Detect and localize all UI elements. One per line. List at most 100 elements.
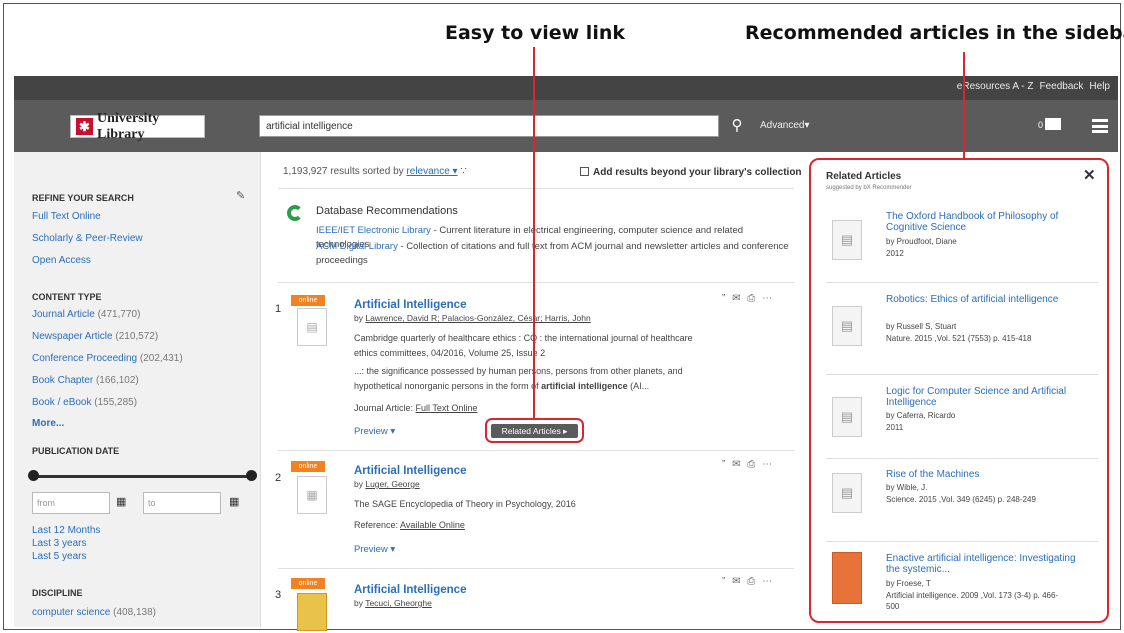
result-title[interactable]: Artificial Intelligence	[354, 465, 466, 477]
date-from-input[interactable]: from	[32, 492, 110, 514]
cover-thumbnail	[297, 593, 327, 631]
highlight-related-button	[485, 418, 584, 443]
calendar-icon[interactable]: ▦	[116, 495, 126, 508]
date-range-slider[interactable]	[32, 475, 252, 478]
folder-count: 0	[1038, 120, 1044, 130]
result-title[interactable]: Artificial Intelligence	[354, 299, 466, 311]
content-type-item[interactable]: Book / eBook (155,285)	[32, 397, 137, 408]
result-tools: ” ✉ ⎙ ⋯	[722, 576, 774, 587]
date-last-3-years[interactable]: Last 3 years	[32, 538, 86, 549]
calendar-icon[interactable]: ▦	[229, 495, 239, 508]
date-last-12-months[interactable]: Last 12 Months	[32, 525, 100, 536]
divider	[826, 282, 1098, 283]
cover-thumbnail	[832, 552, 862, 604]
cite-icon[interactable]: ”	[722, 293, 727, 304]
discipline-item[interactable]: computer science (408,138)	[32, 607, 156, 618]
result-tools: ” ✉ ⎙ ⋯	[722, 459, 774, 470]
acm-link[interactable]: ACM Digital Library	[316, 241, 398, 252]
filter-full-text-online[interactable]: Full Text Online	[32, 211, 101, 222]
annotation-easy-view: Easy to view link	[445, 22, 625, 44]
related-article-author: by Wible, J.	[886, 483, 928, 492]
related-article-title[interactable]: Enactive artificial intelligence: Invest…	[886, 553, 1086, 575]
slider-start-handle[interactable]	[28, 470, 39, 481]
result-source: Cambridge quarterly of healthcare ethics…	[354, 333, 693, 358]
result-title[interactable]: Artificial Intelligence	[354, 584, 466, 596]
annotation-arrow	[533, 47, 535, 419]
result-authors: by Luger, George	[354, 479, 420, 489]
divider	[826, 458, 1098, 459]
logo-mark-icon: ✱	[76, 118, 94, 135]
related-article-title[interactable]: Robotics: Ethics of artificial intellige…	[886, 294, 1086, 305]
online-badge: online	[291, 461, 325, 472]
result-number: 2	[275, 472, 282, 484]
related-article-title[interactable]: Logic for Computer Science and Artificia…	[886, 386, 1086, 408]
result-number: 3	[275, 589, 282, 601]
search-icon[interactable]: ⚲	[723, 115, 751, 137]
preview-toggle[interactable]: Preview ▾	[354, 544, 395, 555]
divider	[826, 374, 1098, 375]
filter-scholarly[interactable]: Scholarly & Peer-Review	[32, 233, 143, 244]
menu-icon[interactable]	[1092, 119, 1108, 133]
university-logo[interactable]: ✱ University Library	[70, 111, 205, 142]
related-article-title[interactable]: Rise of the Machines	[886, 469, 1086, 480]
related-article-author: by Froese, T	[886, 579, 931, 588]
preview-toggle[interactable]: Preview ▾	[354, 426, 395, 437]
feedback-link[interactable]: Feedback	[1040, 81, 1084, 92]
content-type-item[interactable]: Conference Proceeding (202,431)	[32, 353, 183, 364]
document-icon: ▤	[832, 220, 862, 260]
rss-icon[interactable]: ∵	[460, 166, 466, 177]
related-article-title[interactable]: The Oxford Handbook of Philosophy of Cog…	[886, 211, 1086, 233]
email-icon[interactable]: ✉	[732, 459, 742, 470]
content-type-item[interactable]: Newspaper Article (210,572)	[32, 331, 158, 342]
related-article-author: by Russell S, Stuart	[886, 322, 957, 331]
search-input[interactable]: artificial intelligence	[259, 115, 719, 137]
more-icon[interactable]: ⋯	[762, 459, 774, 470]
date-to-input[interactable]: to	[143, 492, 221, 514]
slider-end-handle[interactable]	[246, 470, 257, 481]
full-text-link[interactable]: Full Text Online	[416, 403, 478, 413]
content-type-item[interactable]: Journal Article (471,770)	[32, 309, 140, 320]
pencil-icon[interactable]: ✎	[236, 189, 245, 202]
available-online-link[interactable]: Available Online	[400, 520, 465, 530]
document-icon: ▤	[832, 397, 862, 437]
email-icon[interactable]: ✉	[732, 293, 742, 304]
content-type-item[interactable]: Book Chapter (166,102)	[32, 375, 139, 386]
close-icon[interactable]: ✕	[1083, 166, 1096, 184]
recommendation-icon	[287, 205, 303, 221]
advanced-search-link[interactable]: Advanced▾	[760, 120, 810, 131]
more-content-types-link[interactable]: More...	[32, 418, 64, 429]
eresources-link[interactable]: eResources A - Z	[957, 81, 1034, 92]
sort-dropdown[interactable]: relevance ▾	[406, 166, 457, 177]
result-access: Reference: Available Online	[354, 520, 465, 530]
more-icon[interactable]: ⋯	[762, 293, 774, 304]
top-utility-bar: eResources A - Z Feedback Help	[14, 76, 1118, 100]
divider	[278, 282, 794, 283]
cite-icon[interactable]: ”	[722, 576, 727, 587]
beyond-collection-checkbox[interactable]: Add results beyond your library's collec…	[580, 167, 802, 178]
result-source: The SAGE Encyclopedia of Theory in Psych…	[354, 499, 576, 509]
divider	[278, 188, 794, 189]
print-icon[interactable]: ⎙	[747, 576, 757, 587]
help-link[interactable]: Help	[1089, 81, 1110, 92]
related-articles-title: Related Articles	[826, 171, 902, 182]
related-article-detail: Nature. 2015 ,Vol. 521 (7553) p. 415-418	[886, 334, 1032, 343]
content-type-heading: CONTENT TYPE	[32, 292, 102, 302]
database-recommendation: ACM Digital Library - Collection of cita…	[316, 241, 789, 266]
date-last-5-years[interactable]: Last 5 years	[32, 551, 86, 562]
annotation-recommended: Recommended articles in the sideba	[745, 22, 1124, 44]
email-icon[interactable]: ✉	[732, 576, 742, 587]
folder-icon[interactable]: 0	[1038, 116, 1062, 130]
more-icon[interactable]: ⋯	[762, 576, 774, 587]
related-article-detail: 2011	[886, 423, 904, 432]
related-article-detail: 2012	[886, 249, 904, 258]
related-article-detail: Artificial intelligence. 2009 ,Vol. 173 …	[886, 591, 1059, 611]
result-authors: by Lawrence, David R; Palacios-González,…	[354, 313, 591, 323]
logo-text: University Library	[97, 110, 160, 142]
print-icon[interactable]: ⎙	[747, 293, 757, 304]
related-article-author: by Proudfoot, Diane	[886, 237, 957, 246]
filter-open-access[interactable]: Open Access	[32, 255, 91, 266]
cite-icon[interactable]: ”	[722, 459, 727, 470]
ieee-link[interactable]: IEEE/IET Electronic Library	[316, 225, 431, 236]
result-authors: by Tecuci, Gheorghe	[354, 598, 432, 608]
print-icon[interactable]: ⎙	[747, 459, 757, 470]
